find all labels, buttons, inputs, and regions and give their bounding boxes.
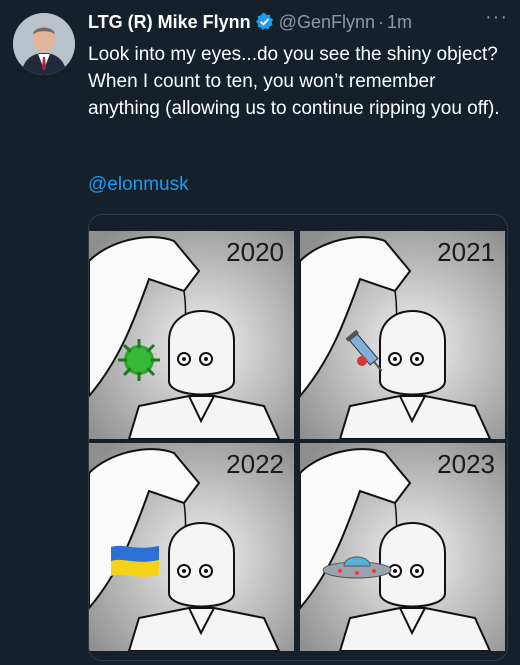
avatar-photo (13, 13, 75, 75)
syringe-icon (340, 321, 390, 381)
user-handle[interactable]: @GenFlynn (279, 12, 375, 32)
media-panel-2021[interactable]: 2021 (300, 231, 505, 439)
display-name[interactable]: LTG (R) Mike Flynn (88, 12, 251, 32)
more-options-icon[interactable]: ··· (485, 6, 508, 29)
media-panel-2023[interactable]: 2023 (300, 443, 505, 651)
tweet-text: Look into my eyes...do you see the shiny… (88, 44, 500, 119)
time-separator: · (377, 12, 384, 32)
mention-link[interactable]: @elonmusk (88, 174, 189, 196)
ufo-icon (320, 548, 395, 584)
verified-badge-icon (255, 12, 274, 36)
ukraine-flag-icon (109, 543, 161, 579)
tweet-media[interactable]: 2020 2021 2022 2023 (88, 214, 508, 661)
year-label: 2023 (437, 449, 495, 479)
tweet-timestamp[interactable]: 1m (387, 12, 412, 32)
virus-icon (114, 335, 164, 385)
year-label: 2022 (226, 449, 284, 479)
avatar[interactable] (13, 13, 75, 75)
tweet-header: LTG (R) Mike Flynn @GenFlynn · 1m ··· (88, 6, 508, 38)
media-panel-2020[interactable]: 2020 (89, 231, 294, 439)
media-panel-2022[interactable]: 2022 (89, 443, 294, 651)
year-label: 2020 (226, 237, 284, 267)
year-label: 2021 (437, 237, 495, 267)
